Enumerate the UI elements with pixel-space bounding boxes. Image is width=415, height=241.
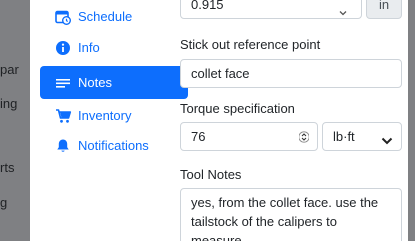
notes-icon xyxy=(54,74,72,92)
tool-settings-dialog: Schedule Info Notes Inventory Notificati… xyxy=(30,0,408,241)
backdrop-text: ing xyxy=(0,96,18,111)
stick-out-value: 0.915 xyxy=(191,0,224,12)
cart-icon xyxy=(54,107,72,125)
nav-item-info[interactable]: Info xyxy=(40,31,188,64)
stick-out-reference-input[interactable]: collet face xyxy=(180,59,402,88)
nav-item-label: Schedule xyxy=(78,9,133,24)
nav-item-label: Inventory xyxy=(78,108,132,123)
tool-notes-text: yes, from the collet face. use the tails… xyxy=(191,195,379,241)
unit-label: in xyxy=(378,0,390,12)
modal-backdrop-edge xyxy=(408,0,415,241)
nav-item-inventory[interactable]: Inventory xyxy=(40,99,188,132)
backdrop-text: par xyxy=(0,62,19,77)
nav-item-label: Notes xyxy=(78,75,112,90)
torque-stepper[interactable]: 76 xyxy=(180,122,318,151)
stepper-arrows-icon[interactable] xyxy=(298,130,310,144)
nav-item-label: Notifications xyxy=(78,138,149,153)
tool-notes-textarea[interactable]: yes, from the collet face. use the tails… xyxy=(180,188,402,241)
info-icon xyxy=(54,39,72,57)
torque-value: 76 xyxy=(191,129,206,144)
stick-out-reference-value: collet face xyxy=(191,66,250,81)
stick-out-label: Stick out reference point xyxy=(180,37,321,52)
nav-item-schedule[interactable]: Schedule xyxy=(40,0,188,33)
torque-label: Torque specification xyxy=(180,101,295,116)
torque-unit-value: lb·ft xyxy=(333,129,355,144)
chevron-down-icon xyxy=(339,4,347,19)
nav-item-notifications[interactable]: Notifications xyxy=(40,129,188,162)
stick-out-value-field[interactable]: 0.915 xyxy=(180,0,362,19)
modal-backdrop: par ing rts g xyxy=(0,0,30,241)
nav-item-notes[interactable]: Notes xyxy=(40,66,188,99)
calendar-clock-icon xyxy=(54,8,72,26)
chevron-down-icon xyxy=(381,133,393,148)
backdrop-text: g xyxy=(0,195,8,210)
bell-icon xyxy=(54,137,72,155)
nav-item-label: Info xyxy=(78,40,100,55)
unit-addon: in xyxy=(366,0,402,19)
torque-unit-select[interactable]: lb·ft xyxy=(322,122,402,151)
tool-notes-label: Tool Notes xyxy=(180,167,242,182)
backdrop-text: rts xyxy=(0,160,15,175)
